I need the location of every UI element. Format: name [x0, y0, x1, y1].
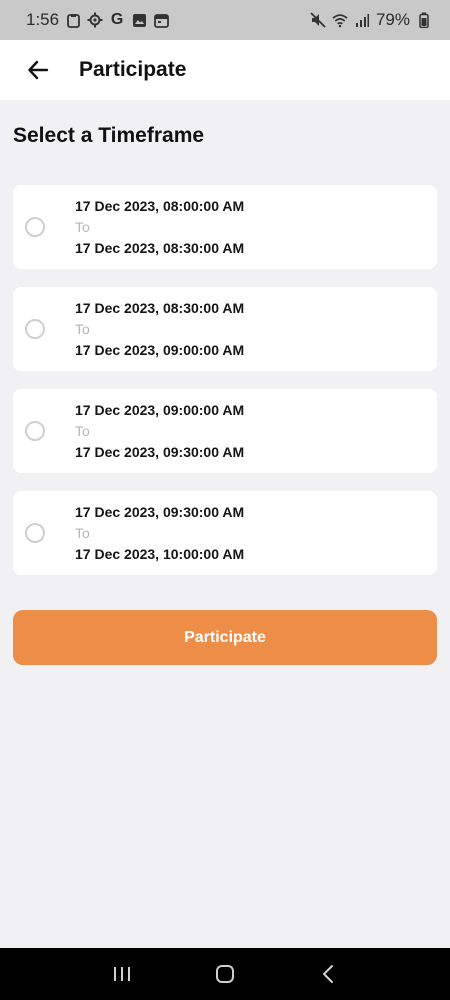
timeframe-start: 17 Dec 2023, 08:00:00 AM [75, 197, 245, 214]
app-bar: Participate [0, 40, 450, 100]
status-time: 1:56 [26, 10, 60, 29]
timeframe-text: 17 Dec 2023, 08:30:00 AM To 17 Dec 2023,… [75, 300, 244, 359]
recent-apps-button[interactable] [102, 954, 142, 994]
back-button[interactable] [13, 45, 63, 95]
settings-icon [87, 12, 103, 28]
google-icon: G [110, 11, 124, 28]
timeframe-option[interactable]: 17 Dec 2023, 08:00:00 AM To 17 Dec 2023,… [13, 185, 437, 269]
status-right: 79% [310, 10, 432, 30]
timeframe-to-label: To [75, 524, 90, 541]
radio-button[interactable] [25, 217, 45, 237]
system-nav-bar [0, 948, 450, 1000]
status-bar: 1:56 G 79% [0, 0, 450, 40]
timeframe-list: 17 Dec 2023, 08:00:00 AM To 17 Dec 2023,… [13, 185, 437, 593]
timeframe-text: 17 Dec 2023, 09:30:00 AM To 17 Dec 2023,… [75, 504, 244, 563]
home-icon [215, 965, 234, 983]
timeframe-end: 17 Dec 2023, 09:00:00 AM [75, 341, 245, 358]
radio-button[interactable] [25, 421, 45, 441]
page-title: Participate [79, 58, 187, 81]
timeframe-text: 17 Dec 2023, 08:00:00 AM To 17 Dec 2023,… [75, 198, 244, 257]
timeframe-start: 17 Dec 2023, 08:30:00 AM [75, 299, 245, 316]
wifi-icon [332, 12, 348, 28]
timeframe-to-label: To [75, 218, 90, 235]
participate-button[interactable]: Participate [13, 610, 437, 665]
timeframe-to-label: To [75, 320, 90, 337]
signal-icon [354, 12, 370, 28]
timeframe-end: 17 Dec 2023, 09:30:00 AM [75, 443, 245, 460]
back-icon [323, 965, 334, 983]
radio-button[interactable] [25, 319, 45, 339]
home-button[interactable] [205, 954, 245, 994]
timeframe-start: 17 Dec 2023, 09:00:00 AM [75, 401, 245, 418]
timeframe-text: 17 Dec 2023, 09:00:00 AM To 17 Dec 2023,… [75, 402, 244, 461]
timeframe-to-label: To [75, 422, 90, 439]
mute-icon [310, 12, 326, 28]
recent-apps-icon [113, 967, 130, 981]
timeframe-option[interactable]: 17 Dec 2023, 09:30:00 AM To 17 Dec 2023,… [13, 491, 437, 575]
image-icon [131, 12, 147, 28]
timeframe-end: 17 Dec 2023, 10:00:00 AM [75, 545, 245, 562]
nav-back-button[interactable] [308, 954, 348, 994]
timeframe-start: 17 Dec 2023, 09:30:00 AM [75, 503, 245, 520]
battery-percent: 79% [375, 10, 410, 29]
timeframe-end: 17 Dec 2023, 08:30:00 AM [75, 239, 245, 256]
calendar-icon [153, 12, 169, 28]
clipboard-icon [65, 12, 81, 28]
section-title: Select a Timeframe [13, 124, 205, 147]
timeframe-option[interactable]: 17 Dec 2023, 08:30:00 AM To 17 Dec 2023,… [13, 287, 437, 371]
timeframe-option[interactable]: 17 Dec 2023, 09:00:00 AM To 17 Dec 2023,… [13, 389, 437, 473]
radio-button[interactable] [25, 523, 45, 543]
status-left: 1:56 G [26, 10, 169, 30]
arrow-left-icon [28, 60, 49, 80]
battery-icon [416, 12, 432, 28]
